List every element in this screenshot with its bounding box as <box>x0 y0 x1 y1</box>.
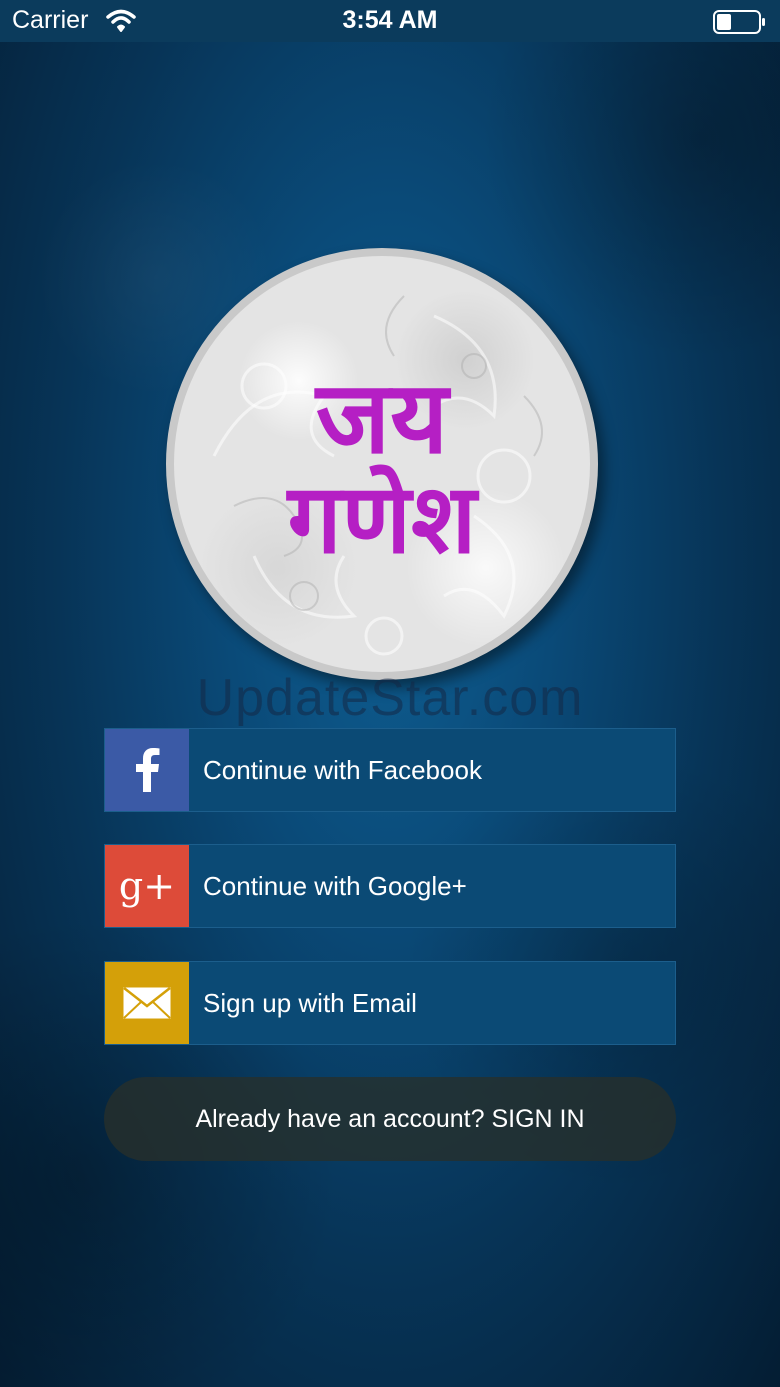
google-plus-glyph: g+ <box>118 864 176 908</box>
watermark: UpdateStar.com <box>196 669 584 727</box>
sign-up-with-email-button[interactable]: Sign up with Email <box>104 961 676 1045</box>
continue-with-facebook-button[interactable]: Continue with Facebook <box>104 728 676 812</box>
logo-line-1: जय <box>314 359 451 476</box>
battery-icon <box>713 10 767 39</box>
envelope-icon <box>105 962 189 1044</box>
ornament-pattern: जय गणेश <box>212 295 543 656</box>
sign-in-button[interactable]: Already have an account? SIGN IN <box>104 1077 676 1161</box>
facebook-icon <box>105 729 189 811</box>
google-label: Continue with Google+ <box>203 871 467 901</box>
app-logo: जय गणेश <box>166 248 598 680</box>
email-label: Sign up with Email <box>203 988 417 1018</box>
continue-with-google-button[interactable]: g+ Continue with Google+ <box>104 844 676 928</box>
google-plus-icon: g+ <box>105 845 189 927</box>
status-bar: Carrier 3:54 AM <box>0 0 780 42</box>
status-time: 3:54 AM <box>342 6 438 34</box>
facebook-label: Continue with Facebook <box>203 755 482 785</box>
logo-line-2: गणेश <box>286 463 480 575</box>
